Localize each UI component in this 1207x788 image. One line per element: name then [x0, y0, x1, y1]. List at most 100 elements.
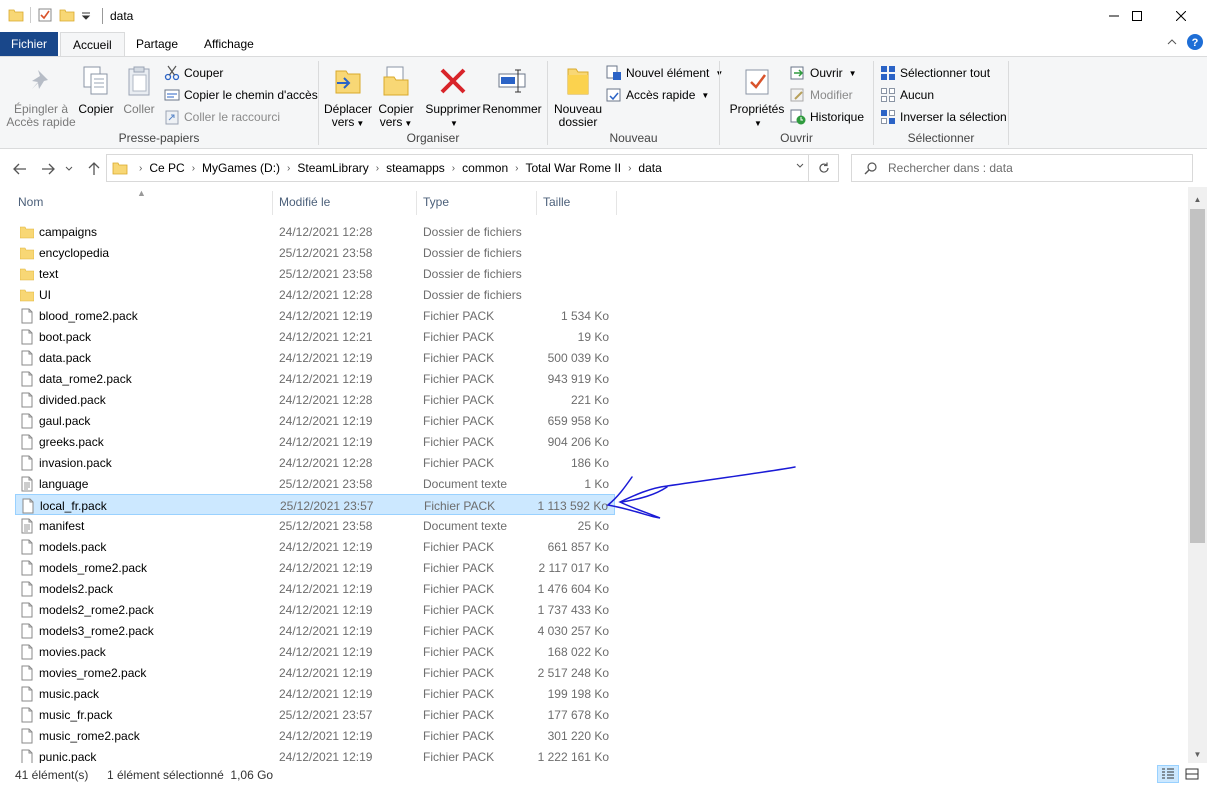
- file-size: 1 534 Ko: [560, 309, 609, 323]
- chevron-right-icon[interactable]: ›: [512, 163, 521, 174]
- chevron-right-icon[interactable]: ›: [449, 163, 458, 174]
- column-separator[interactable]: [272, 191, 273, 215]
- tab-file[interactable]: Fichier: [0, 32, 58, 56]
- column-type[interactable]: Type: [423, 195, 449, 209]
- paste-shortcut-button[interactable]: Coller le raccourci: [164, 107, 280, 127]
- file-row[interactable]: punic.pack 24/12/2021 12:19 Fichier PACK 1 …: [15, 746, 615, 763]
- rename-button[interactable]: Renommer: [481, 63, 543, 116]
- file-size: 659 958 Ko: [547, 414, 609, 428]
- select-none-button[interactable]: Aucun: [880, 85, 934, 105]
- up-button[interactable]: [84, 159, 104, 179]
- chevron-right-icon[interactable]: ›: [189, 163, 198, 174]
- maximize-button[interactable]: [1114, 0, 1160, 32]
- file-row[interactable]: divided.pack 24/12/2021 12:28 Fichier PACK…: [15, 389, 615, 410]
- copy-path-button[interactable]: Copier le chemin d'accès: [164, 85, 318, 105]
- chevron-right-icon[interactable]: ›: [373, 163, 382, 174]
- large-icons-view-button[interactable]: [1181, 765, 1203, 783]
- paste-button[interactable]: Coller: [118, 63, 160, 116]
- details-view-button[interactable]: [1157, 765, 1179, 783]
- file-row[interactable]: invasion.pack 24/12/2021 12:28 Fichier PAC…: [15, 452, 615, 473]
- customize-qat-icon[interactable]: [81, 7, 91, 23]
- forward-button[interactable]: [38, 159, 58, 179]
- breadcrumb-this-pc[interactable]: Ce PC: [145, 161, 188, 175]
- copy-to-button[interactable]: Copier vers ▼: [375, 63, 417, 130]
- new-folder-icon[interactable]: [59, 7, 75, 23]
- select-all-button[interactable]: Sélectionner tout: [880, 63, 990, 83]
- breadcrumb-data[interactable]: data: [634, 161, 665, 175]
- column-modified[interactable]: Modifié le: [279, 195, 330, 209]
- back-button[interactable]: [10, 159, 30, 179]
- edit-button[interactable]: Modifier: [790, 85, 853, 105]
- file-row[interactable]: greeks.pack 24/12/2021 12:19 Fichier PACK 9…: [15, 431, 615, 452]
- column-separator[interactable]: [616, 191, 617, 215]
- column-separator[interactable]: [536, 191, 537, 215]
- file-row[interactable]: text 25/12/2021 23:58 Dossier de fichiers: [15, 263, 615, 284]
- new-folder-button[interactable]: Nouveau dossier: [552, 63, 604, 129]
- address-history-dropdown[interactable]: [796, 161, 804, 171]
- file-row[interactable]: campaigns 24/12/2021 12:28 Dossier de fich…: [15, 221, 615, 242]
- open-button[interactable]: Ouvrir ▼: [790, 63, 857, 83]
- file-row[interactable]: music_rome2.pack 24/12/2021 12:19 Fichier …: [15, 725, 615, 746]
- properties-button[interactable]: Propriétés ▼: [728, 63, 786, 130]
- file-row[interactable]: manifest 25/12/2021 23:58 Document texte 25…: [15, 515, 615, 536]
- file-row[interactable]: gaul.pack 24/12/2021 12:19 Fichier PACK 659…: [15, 410, 615, 431]
- file-row[interactable]: blood_rome2.pack 24/12/2021 12:19 Fichier …: [15, 305, 615, 326]
- scroll-thumb[interactable]: [1190, 209, 1205, 543]
- column-separator[interactable]: [416, 191, 417, 215]
- move-to-label-2: vers ▼: [323, 116, 373, 130]
- file-row[interactable]: models2_rome2.pack 24/12/2021 12:19 Fichie…: [15, 599, 615, 620]
- scroll-up-button[interactable]: ▲: [1188, 191, 1207, 208]
- file-row[interactable]: local_fr.pack 25/12/2021 23:57 Fichier PAC…: [15, 494, 615, 515]
- recent-locations-button[interactable]: [62, 159, 76, 179]
- breadcrumb-steamlibrary[interactable]: SteamLibrary: [293, 161, 372, 175]
- scroll-down-button[interactable]: ▼: [1188, 746, 1207, 763]
- chevron-up-icon[interactable]: [1167, 37, 1177, 47]
- file-icon: [20, 329, 34, 345]
- chevron-right-icon[interactable]: ›: [625, 163, 634, 174]
- file-row[interactable]: data_rome2.pack 24/12/2021 12:19 Fichier P…: [15, 368, 615, 389]
- chevron-right-icon[interactable]: ›: [284, 163, 293, 174]
- cut-button[interactable]: Couper: [164, 63, 223, 83]
- file-row[interactable]: music_fr.pack 25/12/2021 23:57 Fichier PAC…: [15, 704, 615, 725]
- file-size: 1 476 604 Ko: [537, 582, 609, 596]
- file-row[interactable]: boot.pack 24/12/2021 12:21 Fichier PACK 19 …: [15, 326, 615, 347]
- copy-button[interactable]: Copier: [76, 63, 116, 116]
- breadcrumb-drive[interactable]: MyGames (D:): [198, 161, 284, 175]
- delete-button[interactable]: Supprimer ▼: [423, 63, 483, 130]
- search-box[interactable]: Rechercher dans : data: [851, 154, 1193, 182]
- vertical-scrollbar[interactable]: ▲ ▼: [1188, 187, 1207, 763]
- refresh-button[interactable]: [808, 155, 838, 181]
- file-row[interactable]: data.pack 24/12/2021 12:19 Fichier PACK 500…: [15, 347, 615, 368]
- column-size[interactable]: Taille: [543, 195, 570, 209]
- select-none-icon: [881, 88, 895, 102]
- file-type: Fichier PACK: [424, 499, 496, 513]
- file-row[interactable]: models3_rome2.pack 24/12/2021 12:19 Fichie…: [15, 620, 615, 641]
- properties-check-icon[interactable]: [37, 7, 53, 23]
- address-bar[interactable]: › Ce PC › MyGames (D:) › SteamLibrary › …: [106, 154, 839, 182]
- tab-home[interactable]: Accueil: [60, 32, 125, 56]
- file-row[interactable]: models2.pack 24/12/2021 12:19 Fichier PACK…: [15, 578, 615, 599]
- history-button[interactable]: Historique: [790, 107, 864, 127]
- tab-view[interactable]: Affichage: [192, 32, 266, 56]
- invert-selection-button[interactable]: Inverser la sélection: [880, 107, 1007, 127]
- copy-path-label: Copier le chemin d'accès: [184, 88, 318, 102]
- file-row[interactable]: models_rome2.pack 24/12/2021 12:19 Fichier…: [15, 557, 615, 578]
- file-row[interactable]: models.pack 24/12/2021 12:19 Fichier PACK 6…: [15, 536, 615, 557]
- breadcrumb-total-war[interactable]: Total War Rome II: [522, 161, 626, 175]
- breadcrumb-common[interactable]: common: [458, 161, 512, 175]
- pin-quick-access-button[interactable]: Épingler à Accès rapide: [6, 63, 76, 129]
- column-name[interactable]: Nom: [18, 195, 43, 209]
- help-icon[interactable]: ?: [1187, 34, 1203, 50]
- new-item-button[interactable]: Nouvel élément▼: [606, 63, 723, 83]
- file-row[interactable]: UI 24/12/2021 12:28 Dossier de fichiers: [15, 284, 615, 305]
- tab-share[interactable]: Partage: [124, 32, 190, 56]
- close-button[interactable]: [1158, 0, 1204, 32]
- file-row[interactable]: encyclopedia 25/12/2021 23:58 Dossier de f…: [15, 242, 615, 263]
- move-to-button[interactable]: Déplacer vers ▼: [323, 63, 373, 130]
- file-row[interactable]: music.pack 24/12/2021 12:19 Fichier PACK 19…: [15, 683, 615, 704]
- breadcrumb-steamapps[interactable]: steamapps: [382, 161, 449, 175]
- file-row[interactable]: movies_rome2.pack 24/12/2021 12:19 Fichier…: [15, 662, 615, 683]
- file-row[interactable]: language 25/12/2021 23:58 Document texte 1 …: [15, 473, 615, 494]
- easy-access-button[interactable]: Accès rapide ▼: [606, 85, 709, 105]
- file-row[interactable]: movies.pack 24/12/2021 12:19 Fichier PACK 1…: [15, 641, 615, 662]
